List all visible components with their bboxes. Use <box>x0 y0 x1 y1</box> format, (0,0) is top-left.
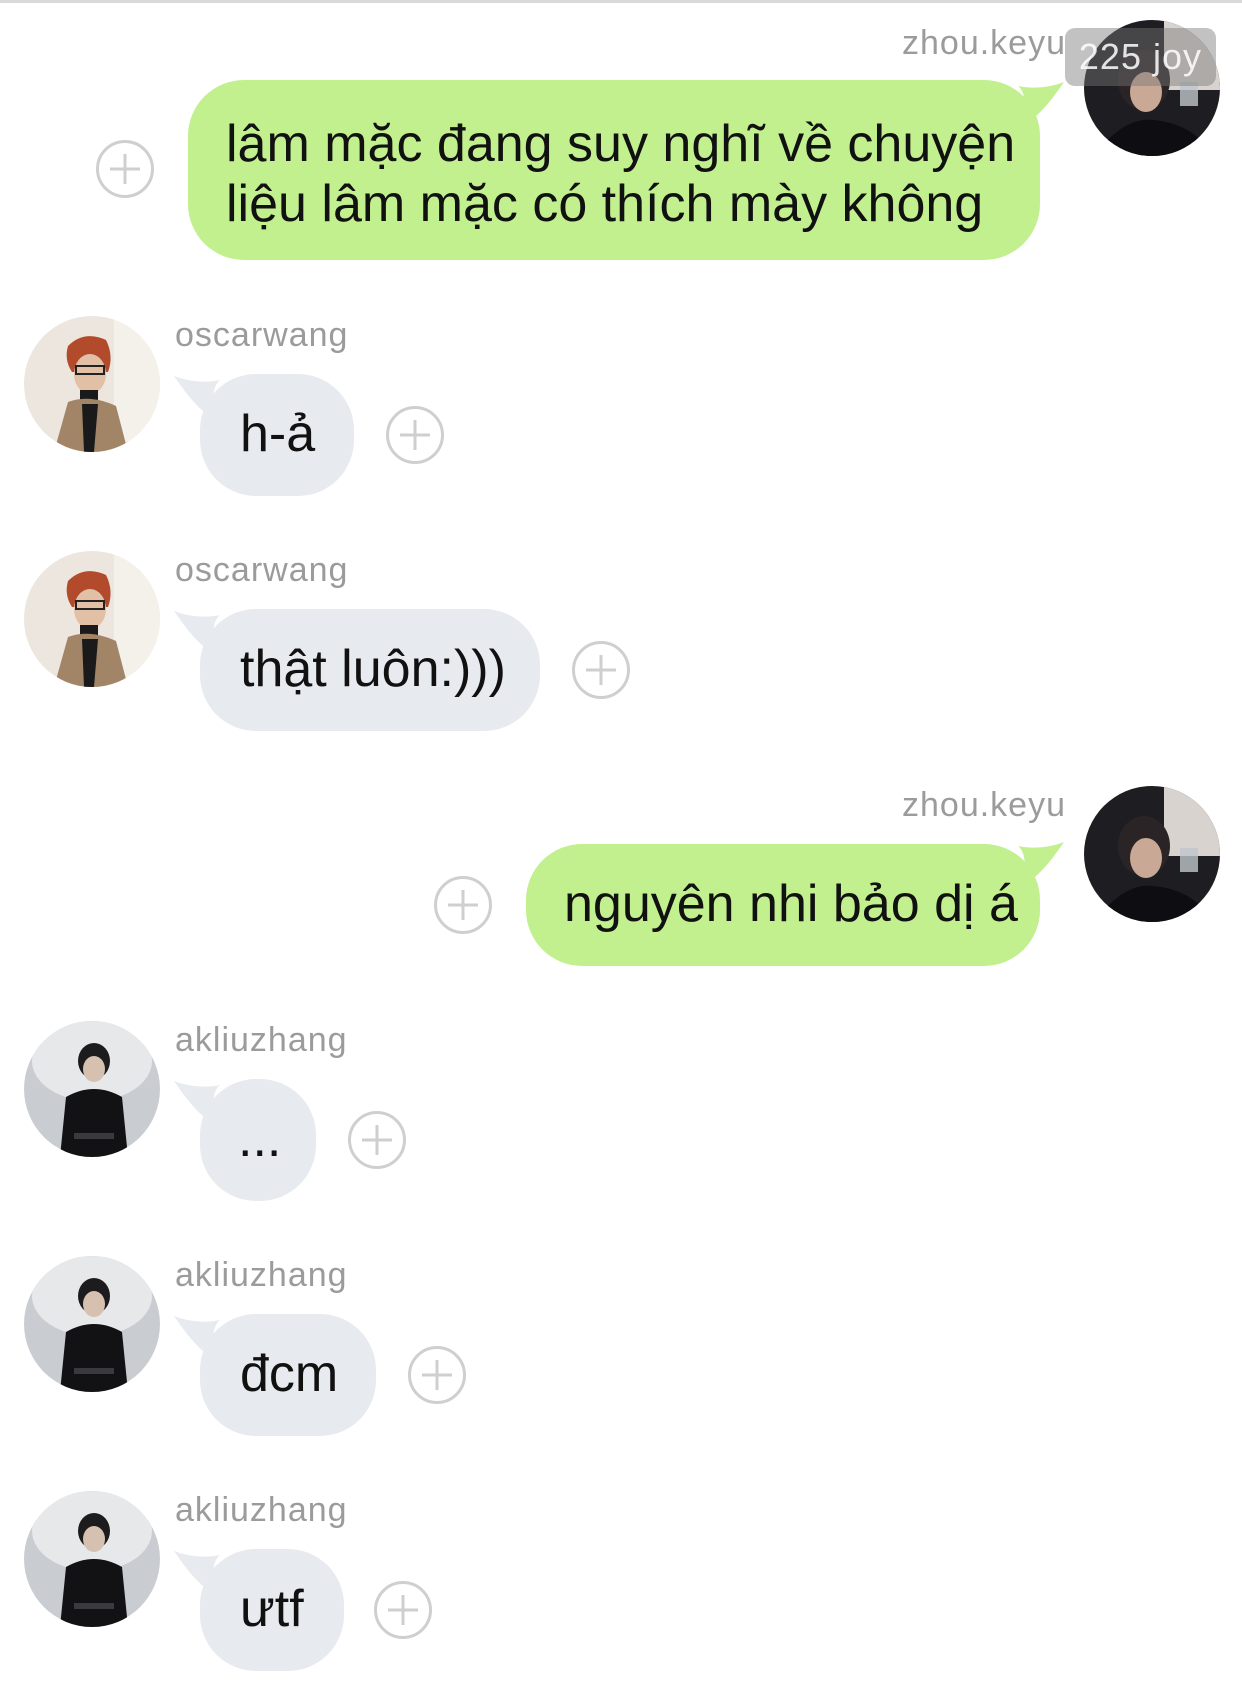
message-row: akliuzhang đcm <box>0 1240 1242 1460</box>
message-bubble[interactable]: h-ả <box>200 374 354 496</box>
avatar-akliuzhang[interactable] <box>24 1021 160 1157</box>
sender-name: oscarwang <box>175 316 349 354</box>
message-row: oscarwang thật luôn:))) <box>0 535 1242 755</box>
message-row: akliuzhang ... <box>0 1005 1242 1225</box>
watermark: 225 joy <box>1064 28 1216 86</box>
message-row: akliuzhang ưtf <box>0 1475 1242 1703</box>
plus-circle-icon[interactable] <box>374 1581 432 1639</box>
avatar-zhou-keyu[interactable] <box>1084 786 1220 922</box>
avatar-oscarwang[interactable] <box>24 551 160 687</box>
avatar-akliuzhang[interactable] <box>24 1256 160 1392</box>
avatar-akliuzhang[interactable] <box>24 1491 160 1627</box>
avatar-image <box>24 1491 160 1627</box>
plus-circle-icon[interactable] <box>434 876 492 934</box>
avatar-image <box>24 1256 160 1392</box>
sender-name: akliuzhang <box>175 1256 348 1294</box>
sender-name: akliuzhang <box>175 1021 348 1059</box>
sender-name: zhou.keyu <box>902 786 1066 824</box>
message-bubble[interactable]: lâm mặc đang suy nghĩ về chuyện liệu lâm… <box>188 80 1040 260</box>
message-row: oscarwang h-ả <box>0 300 1242 520</box>
message-bubble[interactable]: thật luôn:))) <box>200 609 540 731</box>
sender-name: zhou.keyu <box>902 24 1066 62</box>
avatar-oscarwang[interactable] <box>24 316 160 452</box>
avatar-image <box>24 551 160 687</box>
plus-circle-icon[interactable] <box>572 641 630 699</box>
message-bubble[interactable]: ... <box>200 1079 316 1201</box>
message-bubble[interactable]: ưtf <box>200 1549 344 1671</box>
plus-circle-icon[interactable] <box>408 1346 466 1404</box>
message-bubble[interactable]: nguyên nhi bảo dị á <box>526 844 1040 966</box>
sender-name: akliuzhang <box>175 1491 348 1529</box>
sender-name: oscarwang <box>175 551 349 589</box>
message-row: zhou.keyu nguyên nhi bảo dị á <box>0 770 1242 990</box>
avatar-image <box>1084 786 1220 922</box>
plus-circle-icon[interactable] <box>96 140 154 198</box>
plus-circle-icon[interactable] <box>386 406 444 464</box>
message-row: zhou.keyu lâm mặc đang suy nghĩ về chuyệ… <box>0 0 1242 270</box>
plus-circle-icon[interactable] <box>348 1111 406 1169</box>
avatar-image <box>24 316 160 452</box>
message-bubble[interactable]: đcm <box>200 1314 376 1436</box>
avatar-image <box>24 1021 160 1157</box>
